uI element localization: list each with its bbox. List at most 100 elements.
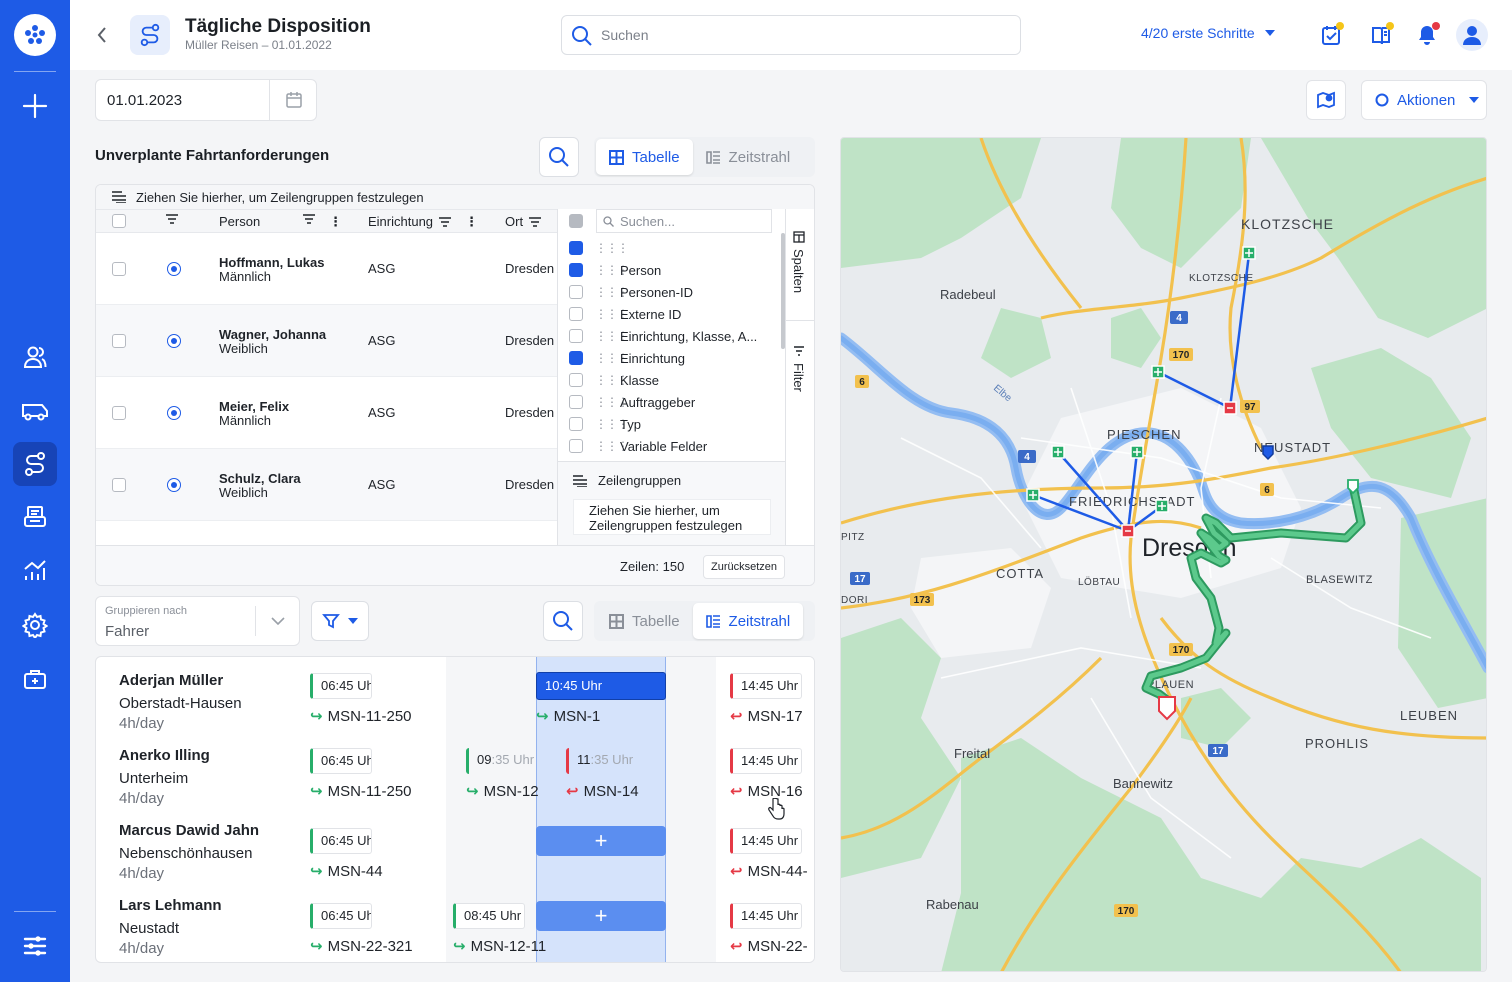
column-option[interactable]: ⋮⋮⋮ Person [558, 259, 786, 281]
bus-icon[interactable] [13, 388, 57, 432]
filter-dropdown-button[interactable] [311, 601, 369, 641]
column-header-einrichtung[interactable]: Einrichtung [368, 214, 452, 229]
trip-mission[interactable]: ↪ MSN-44 [310, 862, 383, 881]
trip-time-chip[interactable]: 08:45 Uhr [453, 903, 525, 929]
column-option[interactable]: ⋮⋮⋮ [558, 237, 786, 259]
einrichtung-filter-icon[interactable] [439, 216, 452, 227]
trip-mission[interactable]: ↪ MSN-12 [466, 782, 539, 801]
einrichtung-menu-icon[interactable]: ⋮ [465, 214, 478, 230]
person-menu-icon[interactable]: ⋮ [329, 214, 342, 230]
app-logo-icon[interactable] [14, 14, 56, 56]
column-header-person[interactable]: Person [219, 214, 260, 229]
trip-mission[interactable]: ↪ MSN-11-250 [310, 782, 412, 801]
trip-time-chip[interactable]: 06:45 Uhr [310, 748, 372, 774]
user-avatar-icon[interactable] [1456, 19, 1488, 51]
row-checkbox[interactable] [112, 334, 126, 348]
tasks-check-icon[interactable] [1316, 20, 1346, 50]
trip-mission[interactable]: ↪ MSN-1 [536, 707, 600, 726]
map-toggle-button[interactable] [1306, 80, 1346, 120]
select-all-checkbox[interactable] [112, 214, 126, 228]
column-option[interactable]: ⋮⋮⋮ Externe ID [558, 303, 786, 325]
row-checkbox[interactable] [112, 262, 126, 276]
actions-dropdown-button[interactable]: Aktionen [1361, 80, 1487, 120]
ort-filter-icon[interactable] [529, 216, 542, 227]
notifications-bell-icon[interactable] [1412, 20, 1442, 50]
trip-time-chip[interactable]: 14:45 Uhr [730, 748, 802, 774]
trip-time-chip-selected[interactable]: 10:45 Uhr [536, 672, 666, 700]
table-row[interactable]: Meier, Felix Männlich ASG Dresden [96, 377, 558, 449]
trip-time-chip[interactable]: 09:35 Uhr [466, 748, 536, 774]
row-radio[interactable] [167, 478, 181, 492]
table-row[interactable]: Wagner, Johanna Weiblich ASG Dresden [96, 305, 558, 377]
trip-time-chip[interactable]: 14:45 Uhr [730, 903, 802, 929]
table-row[interactable]: Schulz, Clara Weiblich ASG Dresden [96, 449, 558, 521]
row-group-dropzone[interactable]: Ziehen Sie hierher, um Zeilengruppen fes… [96, 185, 814, 209]
column-option[interactable]: ⋮⋮⋮ Personen-ID [558, 281, 786, 303]
driver-item[interactable]: Anerko Illing Unterheim 4h/day [119, 747, 210, 807]
trip-time-chip[interactable]: 14:45 Uhr [730, 673, 802, 699]
table-row[interactable]: Hoffmann, Lukas Männlich ASG Dresden [96, 233, 558, 305]
tab-columns[interactable]: Spalten [791, 231, 806, 293]
printer-icon[interactable] [13, 495, 57, 539]
settings-gear-icon[interactable] [13, 603, 57, 647]
chevron-down-icon[interactable] [255, 606, 300, 636]
trip-time-chip[interactable]: 06:45 Uhr [310, 828, 372, 854]
row-groups-dropzone[interactable]: Ziehen Sie hierher, um Zeilengruppen fes… [573, 499, 771, 535]
row-radio[interactable] [167, 334, 181, 348]
row-radio[interactable] [167, 262, 181, 276]
driver-item[interactable]: Lars Lehmann Neustadt 4h/day [119, 897, 222, 957]
column-option[interactable]: ⋮⋮⋮ Einrichtung [558, 347, 786, 369]
statistics-icon[interactable] [13, 549, 57, 593]
toggle-all-columns-checkbox[interactable] [569, 214, 583, 228]
column-header-ort[interactable]: Ort [505, 214, 542, 229]
tab-timeline[interactable]: Zeitstrahl [693, 139, 804, 175]
onboarding-steps-dropdown[interactable]: 4/20 erste Schritte [1141, 25, 1275, 41]
global-search-input[interactable]: Suchen [561, 15, 1021, 55]
timeline-search-button[interactable] [543, 601, 583, 641]
routes-icon[interactable] [13, 442, 57, 486]
row-radio[interactable] [167, 406, 181, 420]
table-search-button[interactable] [539, 137, 579, 177]
tab-table[interactable]: Tabelle [596, 603, 693, 639]
trip-time-chip[interactable]: 06:45 Uhr [310, 903, 372, 929]
add-trip-button[interactable]: + [536, 826, 666, 856]
trip-mission[interactable]: ↩ MSN-44- [730, 862, 808, 881]
trip-mission[interactable]: ↩ MSN-17 [730, 707, 803, 726]
tab-table[interactable]: Tabelle [596, 139, 693, 175]
add-icon[interactable] [13, 84, 57, 128]
date-picker[interactable]: 01.01.2023 [95, 79, 317, 121]
trip-mission[interactable]: ↩ MSN-22- [730, 937, 808, 956]
trip-mission[interactable]: ↪ MSN-22-321 [310, 937, 413, 956]
trip-mission[interactable]: ↪ MSN-11-250 [310, 707, 412, 726]
row-checkbox[interactable] [112, 478, 126, 492]
trip-time-chip[interactable]: 14:45 Uhr [730, 828, 802, 854]
manual-book-icon[interactable] [1366, 20, 1396, 50]
map-view[interactable]: 4 4 170 170 170 6 6 97 17 17 173 KLOTZSC… [840, 137, 1487, 972]
filter-icon[interactable] [166, 214, 178, 224]
column-option[interactable]: ⋮⋮⋮ Klasse [558, 369, 786, 391]
driver-item[interactable]: Marcus Dawid Jahn Nebenschönhausen 4h/da… [119, 822, 259, 882]
column-option[interactable]: ⋮⋮⋮ Variable Felder [558, 435, 786, 457]
reset-button[interactable]: Zurücksetzen [703, 555, 786, 579]
users-icon[interactable] [13, 335, 57, 379]
columns-search-input[interactable]: Suchen... [596, 209, 772, 233]
trip-mission[interactable]: ↪ MSN-12-11 [453, 937, 546, 956]
column-option[interactable]: ⋮⋮⋮ Auftraggeber [558, 391, 786, 413]
back-chevron-icon[interactable] [92, 22, 112, 48]
person-filter-icon[interactable] [303, 214, 315, 224]
calendar-icon[interactable] [269, 80, 317, 120]
trip-mission[interactable]: ↩ MSN-14 [566, 782, 639, 801]
column-option[interactable]: ⋮⋮⋮ Typ [558, 413, 786, 435]
group-by-select[interactable]: Gruppieren nach Fahrer [95, 596, 300, 646]
toolbox-icon[interactable] [13, 657, 57, 701]
row-checkbox[interactable] [112, 406, 126, 420]
sliders-icon[interactable] [13, 924, 57, 968]
driver-item[interactable]: Aderjan Müller Oberstadt-Hausen 4h/day [119, 672, 242, 732]
add-trip-button[interactable]: + [536, 901, 666, 931]
trip-time-chip[interactable]: 11:35 Uhr [566, 748, 636, 774]
tab-timeline[interactable]: Zeitstrahl [692, 603, 804, 639]
column-option[interactable]: ⋮⋮⋮ Einrichtung, Klasse, A... [558, 325, 786, 347]
tab-filter[interactable]: Filter [791, 345, 806, 392]
map-canvas[interactable]: 4 4 170 170 170 6 6 97 17 17 173 KLOTZSC… [841, 138, 1487, 972]
trip-time-chip[interactable]: 06:45 Uhr [310, 673, 372, 699]
